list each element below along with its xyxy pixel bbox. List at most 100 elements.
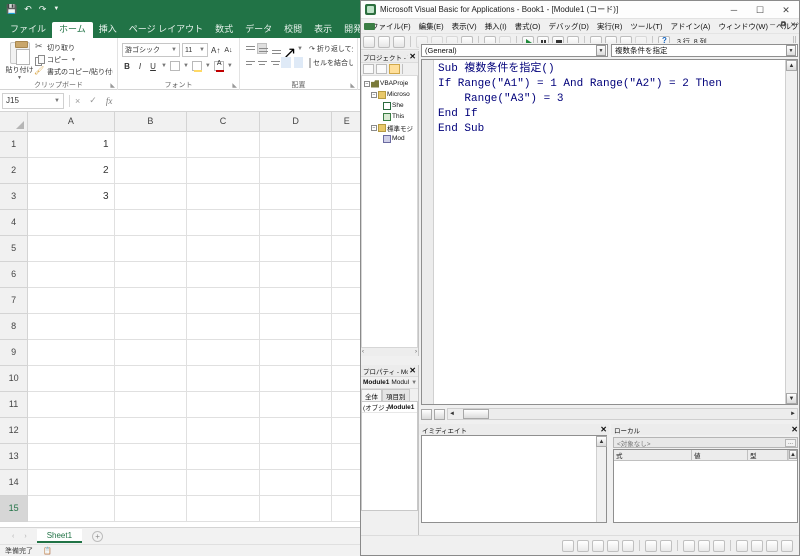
cell-e3[interactable]: [331, 183, 362, 210]
toggle-breakpoint-icon[interactable]: [683, 539, 695, 552]
menu-edit[interactable]: 編集(E): [415, 21, 448, 32]
scroll-up-icon[interactable]: ▲: [596, 436, 607, 447]
cell-e2[interactable]: [331, 157, 362, 184]
cell-b15[interactable]: [114, 495, 188, 522]
font-size-chevron-down-icon[interactable]: ▼: [199, 47, 205, 53]
ribbon-tab-home[interactable]: ホーム: [52, 22, 93, 38]
enter-formula-icon[interactable]: ✓: [89, 95, 97, 106]
cell-c11[interactable]: [186, 391, 260, 418]
cell-d2[interactable]: [259, 157, 333, 184]
cell-c2[interactable]: [186, 157, 260, 184]
row-header-2[interactable]: 2: [0, 157, 29, 184]
cell-b7[interactable]: [114, 287, 188, 314]
column-header-c[interactable]: C: [186, 112, 260, 132]
cell-e15[interactable]: [331, 495, 362, 522]
row-header-15[interactable]: 15: [0, 495, 29, 522]
project-explorer-close-icon[interactable]: ✕: [408, 52, 417, 61]
column-header-a[interactable]: A: [27, 112, 115, 132]
mdi-minimize-button[interactable]: ─: [770, 22, 775, 29]
row-header-7[interactable]: 7: [0, 287, 29, 314]
decrease-font-size-icon[interactable]: A↓: [223, 47, 233, 54]
align-left-icon[interactable]: [244, 57, 255, 68]
project-tree[interactable]: − VBAProje − Microso She This − 標準モジ Mod: [361, 76, 418, 355]
procedure-dropdown-chevron-down-icon[interactable]: ▼: [786, 45, 796, 56]
increase-indent-icon[interactable]: [293, 57, 304, 68]
locals-context-field[interactable]: <対象なし> ...: [613, 437, 798, 448]
row-header-10[interactable]: 10: [0, 365, 29, 392]
row-header-12[interactable]: 12: [0, 417, 29, 444]
view-object-icon[interactable]: [376, 64, 387, 74]
cell-b8[interactable]: [114, 313, 188, 340]
ribbon-tab-view[interactable]: 表示: [308, 22, 338, 38]
view-code-icon[interactable]: [363, 64, 374, 74]
cell-b4[interactable]: [114, 209, 188, 236]
scroll-up-icon[interactable]: ▲: [786, 60, 797, 71]
locals-vertical-scrollbar[interactable]: ▲: [788, 450, 797, 460]
cut-button[interactable]: 切り取り: [35, 41, 113, 53]
immediate-close-icon[interactable]: ✕: [599, 425, 608, 434]
properties-close-icon[interactable]: ✕: [408, 366, 417, 375]
accessibility-icon[interactable]: 📋: [43, 547, 52, 555]
cell-c12[interactable]: [186, 417, 260, 444]
column-header-d[interactable]: D: [259, 112, 333, 132]
cell-c6[interactable]: [186, 261, 260, 288]
cell-a12[interactable]: [27, 417, 115, 444]
ribbon-tab-page-layout[interactable]: ページ レイアウト: [123, 22, 209, 38]
cell-e8[interactable]: [331, 313, 362, 340]
properties-tab-strip[interactable]: 全体 項目別: [361, 389, 418, 401]
font-color-chevron-down-icon[interactable]: ▼: [227, 63, 233, 69]
scroll-right-icon[interactable]: ►: [790, 411, 797, 417]
menu-tools[interactable]: ツール(T): [626, 21, 666, 32]
cell-d11[interactable]: [259, 391, 333, 418]
cell-a2[interactable]: 2: [27, 157, 115, 184]
cell-b5[interactable]: [114, 235, 188, 262]
cell-c4[interactable]: [186, 209, 260, 236]
cell-a4[interactable]: [27, 209, 115, 236]
formula-input[interactable]: [118, 92, 360, 109]
cell-a11[interactable]: [27, 391, 115, 418]
font-color-icon[interactable]: [213, 60, 224, 72]
cell-a7[interactable]: [27, 287, 115, 314]
sheet-tab-sheet1[interactable]: Sheet1: [36, 529, 83, 543]
quick-access-toolbar[interactable]: 💾 ↶ ↷ ▼: [6, 0, 59, 18]
vba-close-button[interactable]: ✕: [773, 1, 799, 19]
italic-button[interactable]: I: [135, 62, 145, 71]
cell-d14[interactable]: [259, 469, 333, 496]
cell-c15[interactable]: [186, 495, 260, 522]
expander-icon[interactable]: −: [364, 80, 370, 87]
clear-bookmarks-icon[interactable]: [781, 539, 793, 552]
menu-insert[interactable]: 挿入(I): [481, 21, 511, 32]
fill-color-icon[interactable]: [191, 61, 202, 72]
property-row-name[interactable]: (オブジェク Module1: [362, 402, 417, 413]
mdi-close-button[interactable]: ✕: [790, 21, 796, 29]
cell-d15[interactable]: [259, 495, 333, 522]
cell-b3[interactable]: [114, 183, 188, 210]
cell-a14[interactable]: [27, 469, 115, 496]
cell-b2[interactable]: [114, 157, 188, 184]
cell-a9[interactable]: [27, 339, 115, 366]
uncomment-block-icon[interactable]: [713, 539, 725, 552]
project-explorer-hscrollbar[interactable]: ‹ ›: [361, 347, 418, 356]
decrease-indent-icon[interactable]: [281, 57, 291, 68]
row-header-1[interactable]: 1: [0, 131, 29, 158]
complete-word-icon[interactable]: [622, 539, 634, 552]
menu-debug[interactable]: デバッグ(D): [545, 21, 593, 32]
scroll-right-icon[interactable]: ›: [415, 349, 417, 355]
prev-bookmark-icon[interactable]: [766, 539, 778, 552]
ribbon-tab-insert[interactable]: 挿入: [93, 22, 123, 38]
cell-e11[interactable]: [331, 391, 362, 418]
project-explorer-toolbar[interactable]: [361, 63, 418, 76]
immediate-body[interactable]: ▲: [421, 435, 607, 523]
name-box[interactable]: J15 ▼: [2, 92, 64, 109]
cell-c10[interactable]: [186, 365, 260, 392]
vba-minimize-button[interactable]: ─: [721, 1, 747, 19]
align-middle-icon[interactable]: [257, 43, 269, 54]
insert-function-icon[interactable]: fx: [106, 96, 113, 106]
cell-e13[interactable]: [331, 443, 362, 470]
bold-button[interactable]: B: [122, 62, 132, 71]
name-box-chevron-down-icon[interactable]: ▼: [54, 98, 60, 104]
locals-table[interactable]: 式 値 型 ▲: [613, 449, 798, 523]
cell-c1[interactable]: [186, 131, 260, 158]
cell-c3[interactable]: [186, 183, 260, 210]
format-painter-button[interactable]: 書式のコピー/貼り付け: [34, 66, 113, 77]
